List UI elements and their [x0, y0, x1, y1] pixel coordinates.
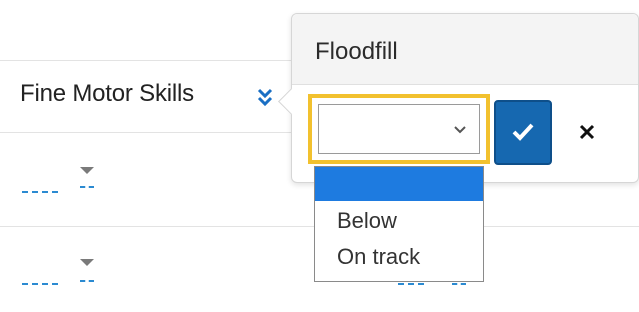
option-empty[interactable]	[315, 167, 483, 201]
column-header-title: Fine Motor Skills	[20, 80, 194, 107]
popover-arrow	[278, 88, 305, 115]
close-icon	[579, 124, 595, 140]
option-on-track[interactable]: On track	[315, 239, 483, 275]
check-icon	[512, 123, 534, 141]
caret-down-icon[interactable]	[80, 167, 94, 174]
row-dropdown-placeholder[interactable]	[398, 283, 424, 285]
option-below[interactable]: Below	[315, 203, 483, 239]
floodfill-options-list: Below On track	[314, 166, 484, 282]
row-dropdown-placeholder[interactable]	[80, 186, 94, 188]
double-chevron-down-icon[interactable]	[256, 86, 274, 108]
chevron-down-icon	[453, 123, 467, 137]
row-value-placeholder[interactable]	[22, 283, 58, 287]
table-divider	[0, 60, 300, 61]
table-divider	[0, 132, 300, 133]
cancel-button[interactable]	[565, 108, 609, 156]
popover-header: Floodfill	[292, 14, 638, 85]
floodfill-select[interactable]	[318, 104, 480, 154]
row-dropdown-placeholder[interactable]	[452, 283, 466, 285]
row-value-placeholder[interactable]	[22, 191, 58, 195]
popover-title: Floodfill	[315, 38, 398, 65]
row-dropdown-placeholder[interactable]	[80, 280, 94, 282]
caret-down-icon[interactable]	[80, 259, 94, 266]
confirm-button[interactable]	[494, 100, 552, 165]
floodfill-select-focus	[308, 94, 490, 164]
